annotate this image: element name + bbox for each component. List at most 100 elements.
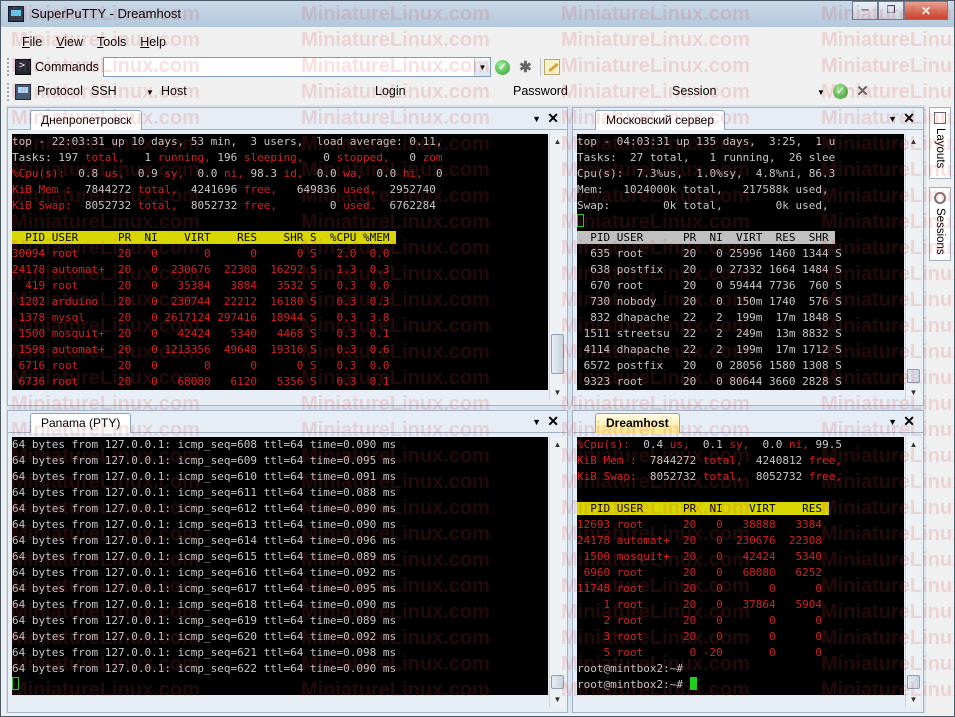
scroll-up-icon[interactable]: ▲ <box>906 437 921 452</box>
terminal-text: total, <box>702 454 743 467</box>
terminal-line: 670 root 20 0 59444 7736 760 S <box>577 278 904 294</box>
scroll-down-icon[interactable]: ▼ <box>906 692 921 707</box>
close-tab-icon[interactable]: ✕ <box>903 413 915 430</box>
session-dropdown-arrow-icon[interactable]: ▼ <box>817 88 825 97</box>
protocol-dropdown-arrow-icon[interactable]: ▼ <box>146 88 154 97</box>
terminal-line: 1511 streetsu 22 2 249m 13m 8832 S <box>577 326 904 342</box>
sessions-side-tab[interactable]: Sessions <box>929 187 951 261</box>
terminal-line: 6736 root 20 0 68080 6120 5356 S 0.3 0.1 <box>12 374 548 390</box>
terminal-text: 64 bytes from 127.0.0.1: icmp_seq=611 tt… <box>12 486 397 499</box>
putty-app-icon <box>8 6 24 22</box>
scroll-down-icon[interactable]: ▼ <box>906 385 921 400</box>
terminal-text: 64 bytes from 127.0.0.1: icmp_seq=616 tt… <box>12 566 397 579</box>
edit-command-icon[interactable] <box>543 59 560 75</box>
scroll-thumb[interactable] <box>907 369 920 383</box>
vertical-scrollbar[interactable]: ▲ ▼ <box>549 437 565 707</box>
terminal-line: 64 bytes from 127.0.0.1: icmp_seq=614 tt… <box>12 533 548 549</box>
connect-check-icon[interactable]: ✓ <box>833 84 848 99</box>
terminal-text: 670 root 20 0 59444 7736 760 S <box>577 279 842 292</box>
close-tab-icon[interactable]: ✕ <box>547 110 559 127</box>
connection-toolbar: Protocol SSH ▼ Host Login Password Sessi… <box>1 80 954 104</box>
terminal-text: 7844272 <box>71 183 138 196</box>
terminal-line: %Cpu(s): 0.4 us, 0.1 sy, 0.0 ni, 99.5 <box>577 437 904 453</box>
terminal-line: 64 bytes from 127.0.0.1: icmp_seq=618 tt… <box>12 597 548 613</box>
terminal-output[interactable]: 64 bytes from 127.0.0.1: icmp_seq=608 tt… <box>12 437 548 695</box>
terminal-text: KiB Swap: <box>12 199 72 212</box>
scroll-thumb[interactable] <box>907 675 920 689</box>
terminal-output[interactable]: top - 04:03:31 up 135 days, 3:25, 1 u Tas… <box>577 134 904 390</box>
vertical-scrollbar[interactable]: ▲ ▼ <box>549 134 565 400</box>
vertical-scrollbar[interactable]: ▲ ▼ <box>905 437 921 707</box>
send-command-check-icon[interactable]: ✓ <box>494 59 510 75</box>
scroll-down-icon[interactable]: ▼ <box>550 385 565 400</box>
tab-list-chevron-icon[interactable]: ▼ <box>532 114 541 124</box>
terminal-text: KiB Swap: <box>577 470 637 483</box>
terminal-text: 6716 root 20 0 0 0 0 S 0.3 0.0 <box>12 359 390 372</box>
scroll-thumb[interactable] <box>551 334 564 374</box>
clear-command-icon[interactable]: ✱ <box>518 59 533 76</box>
terminal-line: top - 22:03:31 up 10 days, 53 min, 3 use… <box>12 134 548 150</box>
scroll-up-icon[interactable]: ▲ <box>550 437 565 452</box>
terminal-output[interactable]: top - 22:03:31 up 10 days, 53 min, 3 use… <box>12 134 548 390</box>
title-bar[interactable]: SuperPuTTY - Dreamhost ─ ❐ ✕ <box>1 1 954 27</box>
restore-icon[interactable]: ❐ <box>878 1 904 20</box>
tab-panama-pty[interactable]: Panama (PTY) <box>30 413 132 433</box>
terminal-text: 1 <box>124 151 158 164</box>
tab-list-chevron-icon[interactable]: ▼ <box>532 417 541 427</box>
menu-tools[interactable]: Tools <box>90 31 133 53</box>
tab-list-chevron-icon[interactable]: ▼ <box>888 417 897 427</box>
terminal-text: root@mintbox2:~# <box>577 662 683 675</box>
terminal-text: %Cpu(s): <box>12 167 65 180</box>
terminal-text: 4241696 <box>177 183 244 196</box>
terminal-line: 64 bytes from 127.0.0.1: icmp_seq=621 tt… <box>12 645 548 661</box>
toolbar-grip[interactable] <box>7 83 11 101</box>
close-tab-icon[interactable]: ✕ <box>547 413 559 430</box>
terminal-text: 0.9 <box>124 167 165 180</box>
layout-icon <box>934 112 946 124</box>
terminal-line: 6960 root 20 0 68080 6252 <box>577 565 904 581</box>
terminal-line: 6572 postfix 20 0 28056 1580 1308 S <box>577 358 904 374</box>
panel-tabstrip: Dreamhost ▼ ✕ <box>573 411 923 433</box>
tab-dnepropetrovsk[interactable]: Днепропетровск <box>30 110 143 130</box>
terminal-text: KiB Mem : <box>577 454 637 467</box>
menu-file-rest: ile <box>29 35 43 49</box>
terminal-text: used. <box>343 199 377 212</box>
terminal-line: 4114 dhapache 22 2 199m 17m 1712 S <box>577 342 904 358</box>
menu-help[interactable]: Help <box>133 31 173 53</box>
terminal-line: 638 postfix 20 0 27332 1664 1484 S <box>577 262 904 278</box>
protocol-select[interactable]: SSH <box>91 84 117 98</box>
tab-moscow-server[interactable]: Московский сервер <box>595 110 726 130</box>
layouts-side-tab[interactable]: Layouts <box>929 107 951 179</box>
terminal-icon <box>15 59 31 75</box>
scroll-up-icon[interactable]: ▲ <box>906 134 921 149</box>
tab-list-chevron-icon[interactable]: ▼ <box>888 114 897 124</box>
terminal-line: 64 bytes from 127.0.0.1: icmp_seq=617 tt… <box>12 581 548 597</box>
terminal-text: us, <box>104 167 125 180</box>
minimize-icon[interactable]: ─ <box>852 1 878 20</box>
menu-bar: File View Tools Help <box>1 31 954 53</box>
tab-dreamhost[interactable]: Dreamhost <box>595 413 680 433</box>
chevron-down-icon[interactable]: ▼ <box>473 58 490 76</box>
vertical-scrollbar[interactable]: ▲ ▼ <box>905 134 921 400</box>
terminal-line: 419 root 20 0 35384 3884 3532 S 0.3 0.0 <box>12 278 548 294</box>
commands-input[interactable]: ▼ <box>102 57 491 77</box>
menu-file[interactable]: File <box>15 31 49 53</box>
menu-view[interactable]: View <box>49 31 90 53</box>
terminal-text: 98.3 <box>243 167 284 180</box>
terminal-line: KiB Swap: 8052732 total, 8052732 free, <box>577 469 904 485</box>
terminal-cursor <box>689 677 697 690</box>
terminal-text: 64 bytes from 127.0.0.1: icmp_seq=622 tt… <box>12 662 397 675</box>
scroll-thumb[interactable] <box>551 675 564 689</box>
terminal-output[interactable]: %Cpu(s): 0.4 us, 0.1 sy, 0.0 ni, 99.5 KiB… <box>577 437 904 695</box>
scroll-up-icon[interactable]: ▲ <box>550 134 565 149</box>
close-tab-icon[interactable]: ✕ <box>903 110 915 127</box>
scroll-down-icon[interactable]: ▼ <box>550 692 565 707</box>
toolbar-grip[interactable] <box>7 58 11 76</box>
terminal-text: 0.8 <box>64 167 105 180</box>
terminal-line: 6716 root 20 0 0 0 0 S 0.3 0.0 <box>12 358 548 374</box>
terminal-text: 64 bytes from 127.0.0.1: icmp_seq=618 tt… <box>12 598 397 611</box>
terminal-text: 2 root 20 0 0 0 <box>577 614 823 627</box>
close-window-icon[interactable]: ✕ <box>904 1 948 20</box>
cancel-connect-icon[interactable]: ✕ <box>855 83 870 100</box>
